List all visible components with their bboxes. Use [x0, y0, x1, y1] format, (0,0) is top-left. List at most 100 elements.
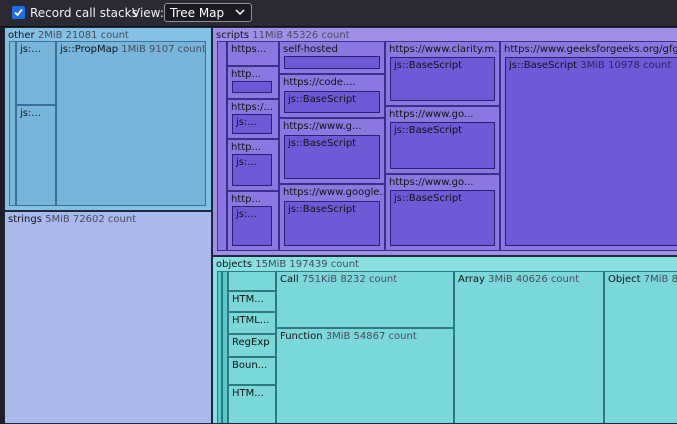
node-label: https...: [231, 44, 267, 55]
node-meta: 15MiB 197439 count: [255, 259, 359, 270]
node-label: https://www.geeksforgeeks.org/gfg-...: [504, 44, 677, 55]
treemap-node-self-hosted[interactable]: self-hosted: [279, 41, 385, 74]
treemap-node-base-script[interactable]: js::BaseScript 3MiB 10978 count: [505, 57, 677, 246]
node-label: HTM...: [232, 388, 264, 399]
treemap-node-base-script[interactable]: js::BaseScript: [390, 57, 495, 101]
node-label: js:...: [20, 44, 41, 55]
treemap-node-base-script[interactable]: js::BaseScript: [284, 201, 380, 246]
node-label: js:...: [236, 157, 257, 168]
node-label: Object: [608, 274, 641, 285]
treemap-node-object-class[interactable]: HTM...: [228, 291, 276, 312]
node-label: Function: [280, 331, 323, 342]
treemap-node-base-script[interactable]: js:...: [232, 114, 272, 134]
node-label: js:...: [236, 117, 257, 128]
treemap-node-script-url[interactable]: https://www.clarity.m... js::BaseScript: [385, 41, 500, 106]
chevron-down-icon: [235, 9, 245, 16]
treemap-node-base-script[interactable]: js::BaseScript: [284, 91, 380, 113]
node-label: js:...: [20, 108, 41, 119]
treemap-node-script-url[interactable]: http... js:...: [227, 139, 279, 191]
node-meta: 3MiB 10978 count: [580, 60, 672, 71]
node-label: Boun...: [232, 360, 268, 371]
node-label: https://www.go...: [389, 177, 474, 188]
treemap-node-object-class[interactable]: HTML...: [228, 312, 276, 334]
treemap-node-objects-small[interactable]: [228, 271, 276, 291]
node-label: js::BaseScript: [288, 204, 357, 215]
treemap-node-script-url[interactable]: https...: [227, 41, 279, 66]
treemap-node-object-class[interactable]: RegExp: [228, 334, 276, 357]
treemap-node-other-js-1[interactable]: js:...: [16, 41, 56, 105]
treemap-node-call[interactable]: Call 751KiB 8232 count: [276, 271, 454, 328]
treemap-node-base-script[interactable]: js::BaseScript: [390, 122, 495, 169]
treemap-node-script-url[interactable]: https:/... js:...: [227, 99, 279, 139]
toolbar: Record call stacks View: Tree Map: [0, 0, 677, 27]
node-label: Array: [458, 274, 485, 285]
treemap-node-script-child[interactable]: [232, 81, 272, 93]
node-label: objects: [216, 259, 253, 270]
treemap-node-array[interactable]: Array 3MiB 40626 count: [454, 271, 604, 423]
checkmark-icon: [14, 8, 23, 17]
treemap-node-object[interactable]: Object 7MiB 8...: [604, 271, 677, 423]
treemap-node-scripts-tiny[interactable]: [217, 41, 227, 251]
node-label: HTML...: [232, 315, 270, 326]
node-label: strings: [8, 214, 42, 225]
treemap-node-base-script[interactable]: js:...: [232, 206, 272, 246]
node-label: https://www.google...: [283, 187, 385, 198]
node-label: js::BaseScript: [509, 60, 578, 71]
view-select-value: Tree Map: [170, 6, 225, 20]
node-meta: 3MiB 54867 count: [325, 331, 417, 342]
treemap-node-base-script[interactable]: js::BaseScript: [284, 135, 380, 179]
treemap-node-script-url[interactable]: https://www.go... js::BaseScript: [385, 106, 500, 174]
view-label: View:: [132, 6, 164, 20]
treemap-node-other[interactable]: other 2MiB 21081 count js:... js:... js:…: [4, 27, 212, 211]
treemap-node-object-class[interactable]: Boun...: [228, 357, 276, 385]
node-label: js::PropMap: [60, 44, 119, 55]
node-label: https:/...: [231, 102, 274, 113]
treemap-node-base-script[interactable]: js::BaseScript: [390, 190, 495, 246]
node-label: http...: [231, 194, 262, 205]
treemap-node-other-thin[interactable]: [9, 41, 16, 206]
node-label: other: [8, 30, 35, 41]
treemap-node-script-url[interactable]: http... js:...: [227, 191, 279, 251]
node-label: self-hosted: [283, 44, 338, 55]
treemap-node-script-url[interactable]: http...: [227, 66, 279, 99]
treemap-node-objects[interactable]: objects 15MiB 197439 count HTM... HTML..…: [212, 256, 677, 424]
record-call-stacks-checkbox[interactable]: [12, 6, 25, 19]
node-label: js::BaseScript: [288, 138, 357, 149]
treemap-node-propmap[interactable]: js::PropMap 1MiB 9107 count: [56, 41, 206, 206]
node-label: http...: [231, 142, 262, 153]
node-label: https://code....: [283, 77, 356, 88]
treemap: other 2MiB 21081 count js:... js:... js:…: [0, 27, 677, 424]
node-label: js::BaseScript: [394, 193, 463, 204]
treemap-node-function[interactable]: Function 3MiB 54867 count: [276, 328, 454, 423]
node-label: Call: [280, 274, 299, 285]
node-label: http...: [231, 69, 262, 80]
treemap-node-object-class[interactable]: HTM...: [228, 385, 276, 423]
treemap-node-script-url[interactable]: https://code.... js::BaseScript: [279, 74, 385, 118]
node-label: https://www.g...: [283, 121, 362, 132]
node-meta: 5MiB 72602 count: [45, 214, 137, 225]
node-label: js::BaseScript: [394, 125, 463, 136]
node-meta: 11MiB 45326 count: [252, 30, 350, 41]
view-select[interactable]: Tree Map: [164, 3, 252, 22]
treemap-node-other-js-2[interactable]: js:...: [16, 105, 56, 206]
node-meta: 1MiB 9107 count: [121, 44, 206, 55]
node-label: RegExp: [232, 337, 270, 348]
node-label: js:...: [236, 209, 257, 220]
node-label: js::BaseScript: [288, 94, 357, 105]
treemap-node-script-child[interactable]: [284, 56, 380, 69]
treemap-node-script-url[interactable]: https://www.g... js::BaseScript: [279, 118, 385, 184]
node-label: https://www.clarity.m...: [389, 44, 500, 55]
node-meta: 751KiB 8232 count: [301, 274, 398, 285]
treemap-node-script-url[interactable]: https://www.google... js::BaseScript: [279, 184, 385, 251]
treemap-node-base-script[interactable]: js:...: [232, 154, 272, 186]
node-meta: 2MiB 21081 count: [37, 30, 129, 41]
node-label: scripts: [216, 30, 250, 41]
node-label: https://www.go...: [389, 109, 474, 120]
treemap-node-scripts[interactable]: scripts 11MiB 45326 count https... http.…: [212, 27, 677, 256]
node-label: js::BaseScript: [394, 60, 463, 71]
treemap-node-script-url[interactable]: https://www.go... js::BaseScript: [385, 174, 500, 251]
node-label: HTM...: [232, 294, 264, 305]
treemap-node-script-url[interactable]: https://www.geeksforgeeks.org/gfg-... js…: [500, 41, 677, 251]
record-call-stacks-label[interactable]: Record call stacks: [30, 6, 138, 20]
treemap-node-strings[interactable]: strings 5MiB 72602 count: [4, 211, 212, 424]
